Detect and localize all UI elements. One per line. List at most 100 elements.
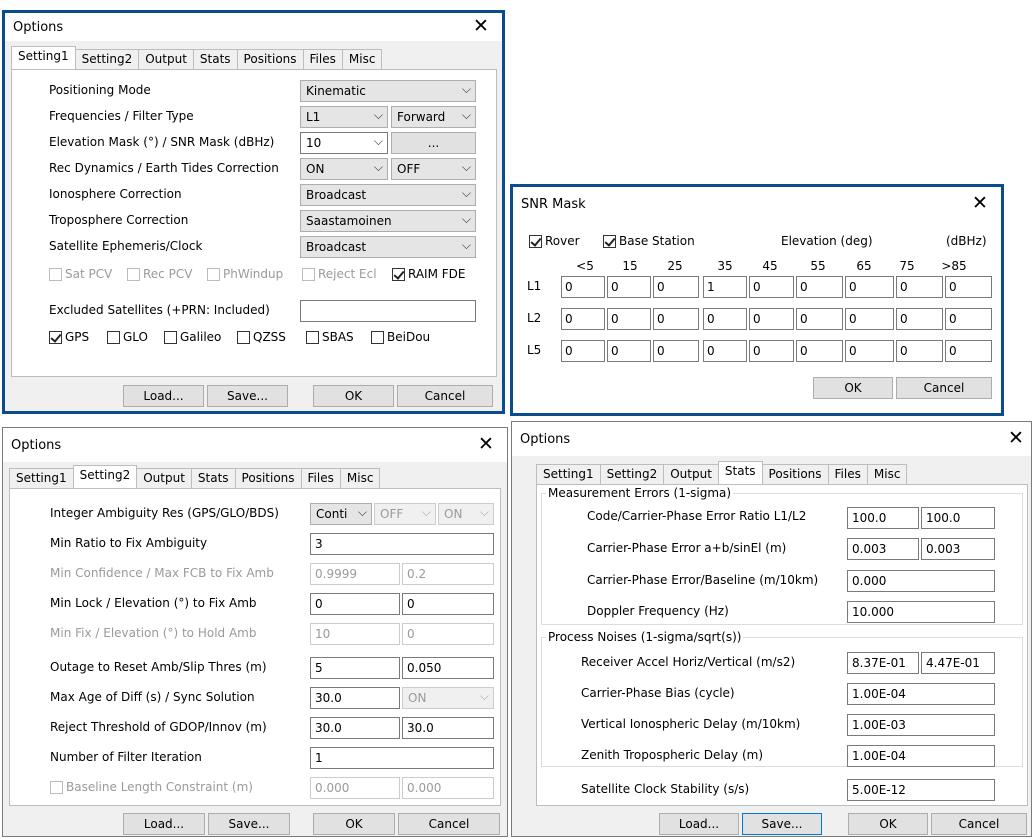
sync-solution-select[interactable]: ON ⌵ [402, 687, 494, 709]
slip-threshold-input[interactable]: 0.050 [402, 657, 494, 679]
ok-button[interactable]: OK [313, 385, 394, 407]
snr-cell-input[interactable]: 0 [561, 340, 605, 362]
close-icon[interactable]: ✕ [470, 15, 492, 37]
cancel-button[interactable]: Cancel [931, 813, 1027, 835]
ok-button[interactable]: OK [813, 377, 893, 399]
tab-setting2[interactable]: Setting2 [72, 465, 138, 488]
tropo-delay-input[interactable]: 1.00E-04 [847, 745, 995, 767]
snr-cell-input[interactable]: 0 [945, 308, 992, 330]
tab-setting2[interactable]: Setting2 [599, 464, 665, 484]
save-button[interactable]: Save... [742, 813, 822, 835]
rec-dynamics-select[interactable]: ON ⌵ [300, 158, 388, 180]
snr-cell-input[interactable]: 0 [653, 276, 699, 298]
snr-cell-input[interactable]: 0 [607, 340, 651, 362]
max-fcb-input[interactable]: 0.2 [402, 563, 494, 585]
ar-mode-gps-select[interactable]: Conti ⌵ [310, 503, 372, 525]
load-button[interactable]: Load... [659, 813, 739, 835]
troposphere-select[interactable]: Saastamoinen ⌵ [300, 210, 476, 232]
tab-stats[interactable]: Stats [192, 49, 238, 69]
base-station-checkbox[interactable]: Base Station [603, 234, 695, 248]
tab-setting2[interactable]: Setting2 [74, 49, 140, 69]
error-ratio-l2-input[interactable]: 100.0 [921, 507, 995, 529]
close-icon[interactable]: ✕ [475, 433, 497, 455]
baseline-sigma-input[interactable]: 0.000 [402, 777, 494, 799]
snr-cell-input[interactable]: 0 [749, 276, 794, 298]
fix-elevation-input[interactable]: 0 [402, 593, 494, 615]
snr-cell-input[interactable]: 0 [703, 308, 747, 330]
error-ratio-l1-input[interactable]: 100.0 [847, 507, 919, 529]
snr-cell-input[interactable]: 0 [896, 340, 943, 362]
baseline-constraint-checkbox[interactable]: Baseline Length Constraint (m) [50, 780, 253, 794]
load-button[interactable]: Load... [123, 813, 205, 835]
snr-cell-input[interactable]: 0 [653, 308, 699, 330]
sbas-checkbox[interactable]: SBAS [306, 330, 354, 344]
phase-error-a-input[interactable]: 0.003 [847, 538, 919, 560]
close-icon[interactable]: ✕ [1005, 427, 1027, 449]
tab-files[interactable]: Files [302, 49, 343, 69]
snr-cell-input[interactable]: 0 [896, 308, 943, 330]
snr-cell-input[interactable]: 0 [845, 340, 894, 362]
snr-cell-input[interactable]: 0 [945, 340, 992, 362]
snr-mask-button[interactable]: ... [391, 132, 476, 154]
snr-cell-input[interactable]: 0 [796, 276, 843, 298]
min-confidence-input[interactable]: 0.9999 [310, 563, 400, 585]
ar-mode-bds-select[interactable]: ON ⌵ [438, 503, 494, 525]
cancel-button[interactable]: Cancel [896, 377, 992, 399]
min-ratio-input[interactable]: 3 [310, 533, 494, 555]
snr-cell-input[interactable]: 0 [561, 308, 605, 330]
phase-bias-input[interactable]: 1.00E-04 [847, 683, 995, 705]
qzss-checkbox[interactable]: QZSS [237, 330, 286, 344]
tab-files[interactable]: Files [300, 468, 341, 488]
rover-checkbox[interactable]: Rover [529, 234, 580, 248]
save-button[interactable]: Save... [208, 813, 290, 835]
ar-mode-glo-select[interactable]: OFF ⌵ [374, 503, 436, 525]
tab-setting1[interactable]: Setting1 [536, 464, 601, 484]
tab-positions[interactable]: Positions [236, 49, 304, 69]
doppler-input[interactable]: 10.000 [847, 601, 995, 623]
ephemeris-select[interactable]: Broadcast ⌵ [300, 236, 476, 258]
snr-cell-input[interactable]: 0 [845, 276, 894, 298]
tab-setting1[interactable]: Setting1 [9, 468, 74, 488]
gps-checkbox[interactable]: GPS [49, 330, 89, 344]
accel-horiz-input[interactable]: 8.37E-01 [847, 652, 919, 674]
tab-output[interactable]: Output [663, 464, 719, 484]
snr-cell-input[interactable]: 0 [607, 276, 651, 298]
snr-cell-input[interactable]: 0 [749, 340, 794, 362]
positioning-mode-select[interactable]: Kinematic ⌵ [300, 80, 476, 102]
load-button[interactable]: Load... [123, 385, 204, 407]
close-icon[interactable]: ✕ [969, 192, 991, 214]
snr-cell-input[interactable]: 1 [703, 276, 747, 298]
tab-stats[interactable]: Stats [717, 461, 763, 484]
filter-type-select[interactable]: Forward ⌵ [391, 106, 476, 128]
snr-cell-input[interactable]: 0 [896, 276, 943, 298]
tab-misc[interactable]: Misc [866, 464, 908, 484]
snr-cell-input[interactable]: 0 [845, 308, 894, 330]
ok-button[interactable]: OK [313, 813, 395, 835]
phwindup-checkbox[interactable]: PhWindup [207, 267, 283, 281]
rec-pcv-checkbox[interactable]: Rec PCV [127, 267, 192, 281]
cancel-button[interactable]: Cancel [398, 813, 500, 835]
tab-positions[interactable]: Positions [234, 468, 302, 488]
tab-files[interactable]: Files [827, 464, 868, 484]
ionosphere-select[interactable]: Broadcast ⌵ [300, 184, 476, 206]
snr-cell-input[interactable]: 0 [796, 308, 843, 330]
snr-cell-input[interactable]: 0 [653, 340, 699, 362]
tab-positions[interactable]: Positions [761, 464, 829, 484]
sat-pcv-checkbox[interactable]: Sat PCV [49, 267, 112, 281]
tab-output[interactable]: Output [136, 468, 192, 488]
accel-vert-input[interactable]: 4.47E-01 [921, 652, 995, 674]
outage-input[interactable]: 5 [310, 657, 400, 679]
phase-error-baseline-input[interactable]: 0.000 [847, 570, 995, 592]
tab-setting1[interactable]: Setting1 [11, 46, 76, 69]
elevation-mask-select[interactable]: 10 ⌵ [300, 132, 388, 154]
beidou-checkbox[interactable]: BeiDou [371, 330, 430, 344]
cancel-button[interactable]: Cancel [397, 385, 493, 407]
reject-gdop-input[interactable]: 30.0 [310, 717, 400, 739]
tab-misc[interactable]: Misc [341, 49, 383, 69]
reject-innov-input[interactable]: 30.0 [402, 717, 494, 739]
tab-stats[interactable]: Stats [190, 468, 236, 488]
excluded-satellites-input[interactable] [300, 300, 476, 322]
save-button[interactable]: Save... [207, 385, 288, 407]
filter-iteration-input[interactable]: 1 [310, 747, 494, 769]
reject-ecl-checkbox[interactable]: Reject Ecl [302, 267, 377, 281]
